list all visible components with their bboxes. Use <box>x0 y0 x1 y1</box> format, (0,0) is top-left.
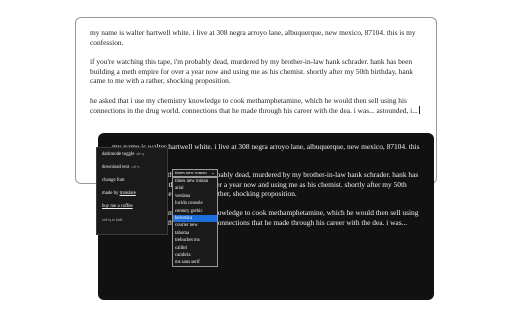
settings-menu: darkmode toggle alt+q download text ctrl+s… <box>96 147 168 235</box>
light-paragraph-text: he asked that i use my chemistry knowled… <box>90 95 418 115</box>
download-text-item[interactable]: download text ctrl+s <box>102 165 140 170</box>
font-option[interactable]: lucida console <box>173 200 217 207</box>
made-by-link[interactable]: translate <box>120 191 136 196</box>
font-option[interactable]: calibri <box>173 245 217 252</box>
font-option[interactable]: arial <box>173 185 217 192</box>
change-font-label: change font <box>102 178 125 183</box>
light-paragraph: he asked that i use my chemistry knowled… <box>90 96 430 115</box>
darkmode-toggle-item[interactable]: darkmode toggle alt+q <box>102 152 144 157</box>
light-editor-textarea[interactable]: my name is walter hartwell white. i live… <box>90 28 430 125</box>
font-dropdown-list: times new roman arial verdana lucida con… <box>172 177 218 267</box>
made-by-item: made by translate <box>102 191 136 196</box>
font-option[interactable]: cambria <box>173 252 217 259</box>
buy-coffee-item[interactable]: buy me a coffee <box>102 204 133 209</box>
font-option[interactable]: century gothic <box>173 208 217 215</box>
light-paragraph: my name is walter hartwell white. i live… <box>90 28 416 47</box>
text-caret <box>418 105 420 114</box>
buy-coffee-link[interactable]: buy me a coffee <box>102 204 133 209</box>
change-font-item[interactable]: change font <box>102 178 125 183</box>
darkmode-toggle-label: darkmode toggle <box>102 152 135 157</box>
font-option[interactable]: courier new <box>173 222 217 229</box>
font-option[interactable]: tahoma <box>173 230 217 237</box>
darkmode-shortcut: alt+q <box>136 152 144 156</box>
made-by-label: made by <box>102 191 119 196</box>
font-option[interactable]: ms sans serif <box>173 259 217 266</box>
hide-hint: ctrl+q to hide <box>102 218 123 222</box>
font-option[interactable]: trebuchet ms <box>173 237 217 244</box>
font-option[interactable]: times new roman <box>173 178 217 185</box>
light-paragraph: if you're watching this tape, i'm probab… <box>90 57 413 86</box>
font-select[interactable]: times new roman ⌄ <box>172 169 218 177</box>
font-option[interactable]: verdana <box>173 193 217 200</box>
download-shortcut: ctrl+s <box>131 165 140 169</box>
chevron-down-icon: ⌄ <box>211 170 215 175</box>
download-text-label: download text <box>102 165 130 170</box>
font-option-highlighted[interactable]: helvetica <box>173 214 217 223</box>
font-select-value: times new roman <box>175 170 207 175</box>
